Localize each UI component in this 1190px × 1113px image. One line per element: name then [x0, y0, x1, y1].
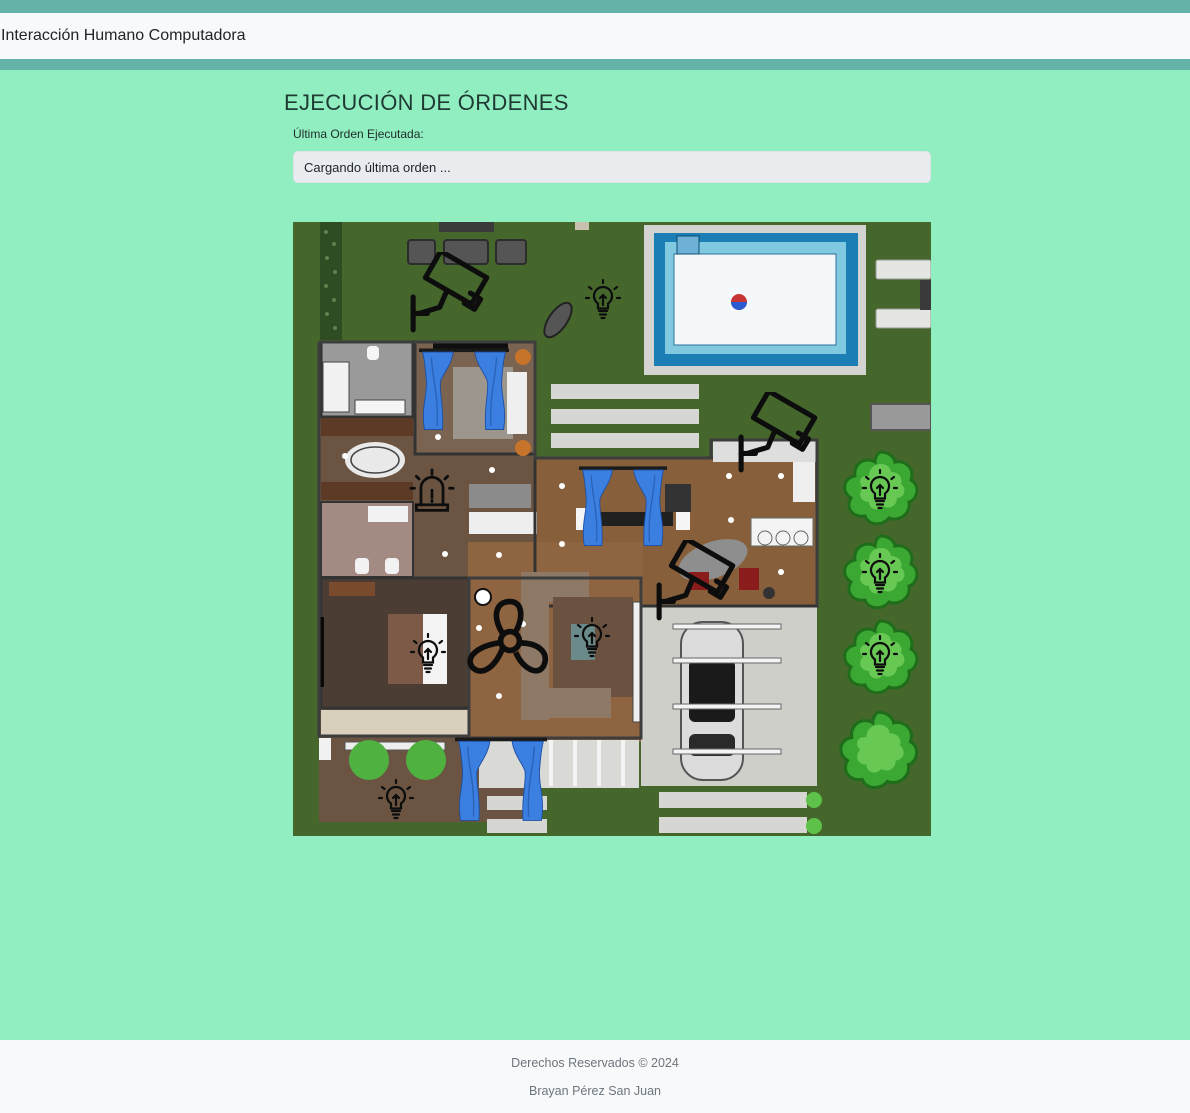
navbar: Interacción Humano Computadora	[0, 13, 1190, 59]
last-order-field: Cargando última orden ...	[293, 151, 931, 183]
footer-rights: Derechos Reservados © 2024	[511, 1056, 679, 1070]
top-accent-bar	[0, 0, 1190, 13]
house-floor-plan	[293, 222, 931, 836]
footer-author: Brayan Pérez San Juan	[528, 1084, 662, 1098]
page-title: EJECUCIÓN DE ÓRDENES	[284, 90, 569, 115]
footer: Derechos Reservados © 2024 Brayan Pérez …	[0, 1040, 1190, 1113]
last-order-value: Cargando última orden ...	[304, 159, 451, 175]
last-order-label: Última Orden Ejecutada:	[293, 127, 424, 141]
navbar-bottom-bar	[0, 59, 1190, 70]
navbar-brand[interactable]: Interacción Humano Computadora	[0, 27, 246, 45]
